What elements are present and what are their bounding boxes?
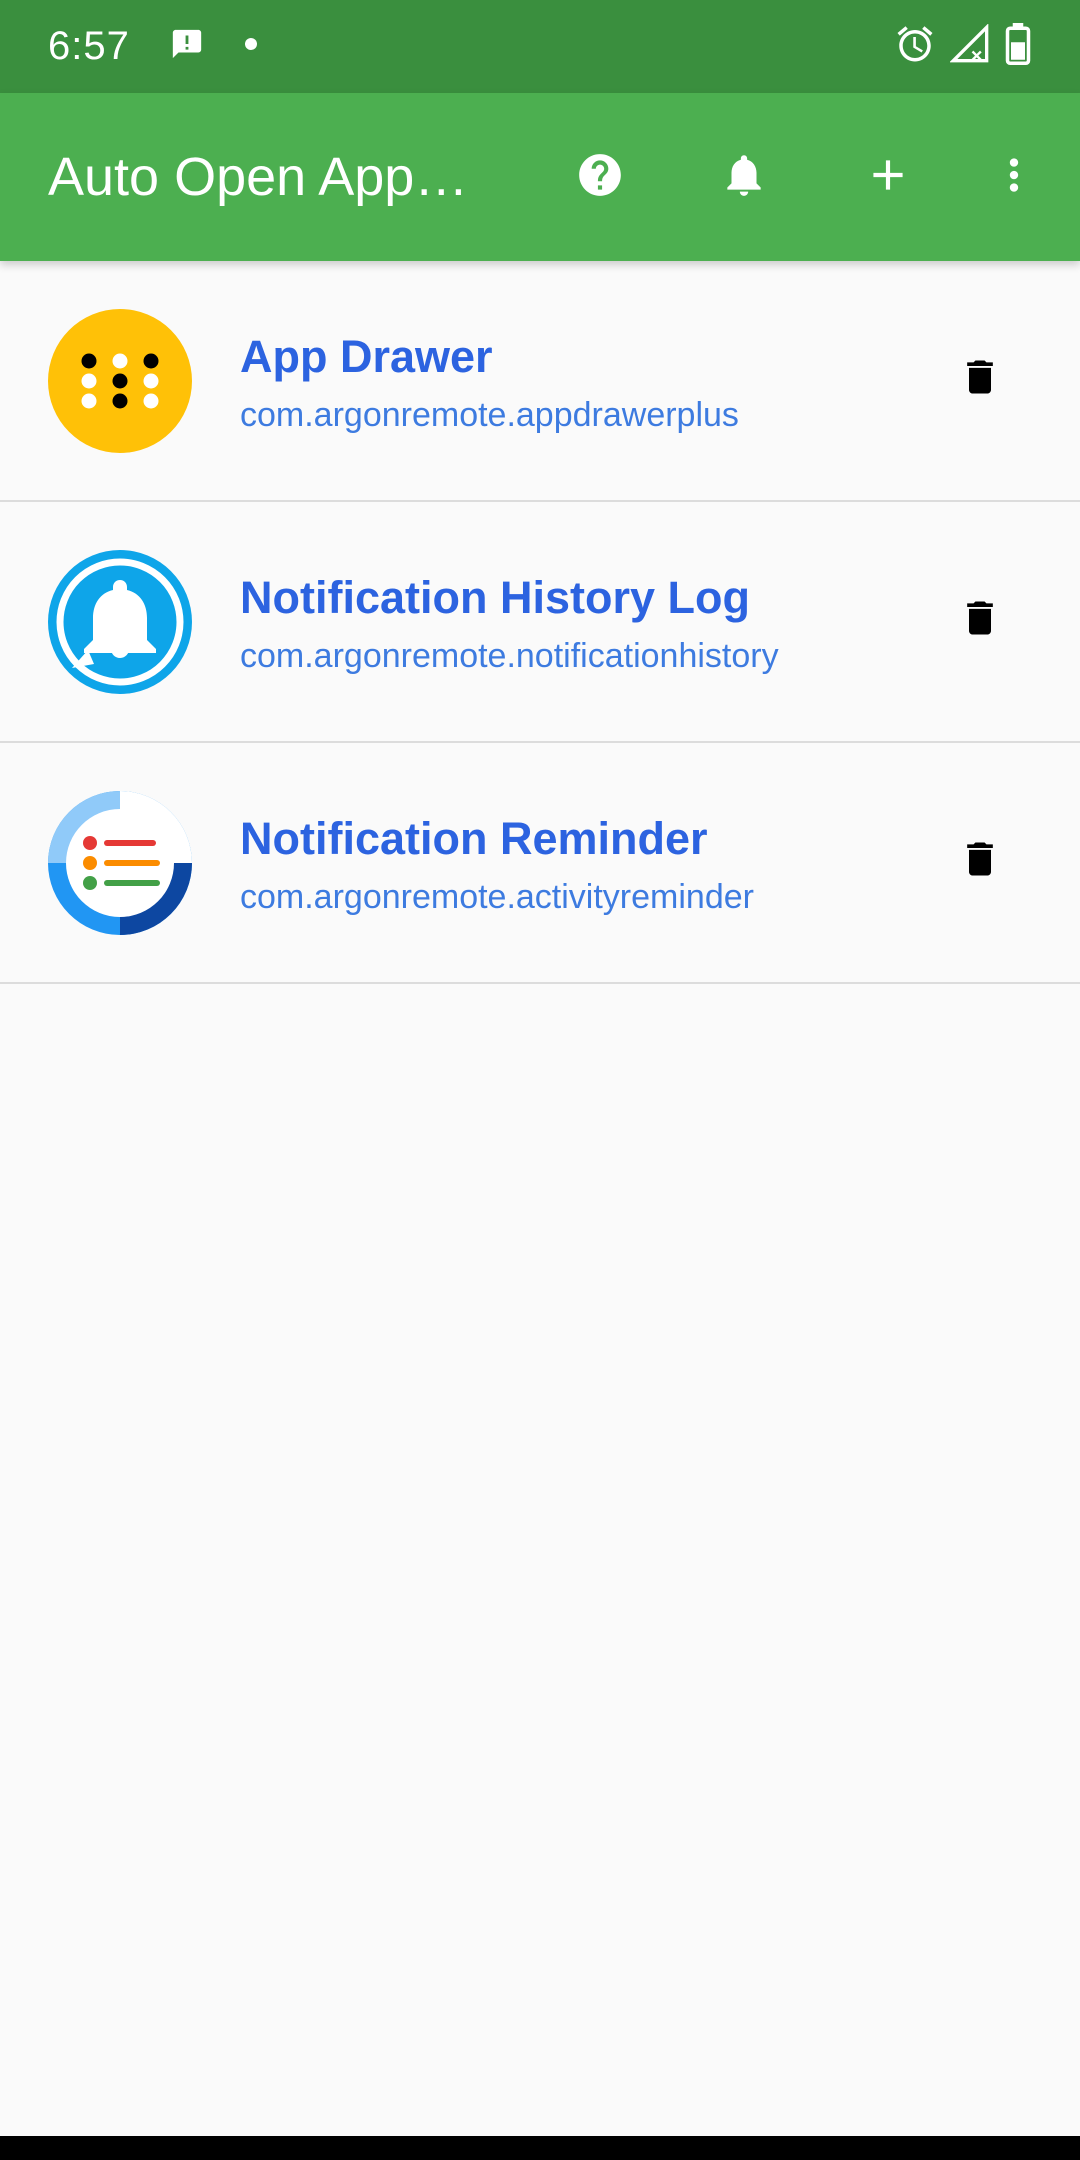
list-item[interactable]: App Drawer com.argonremote.appdrawerplus [0,261,1080,502]
signal-icon [949,23,990,69]
more-options-button[interactable] [972,135,1056,219]
app-drawer-icon [48,309,192,453]
trash-icon [958,593,1002,648]
help-icon [575,150,625,205]
app-bar: Auto Open App… [0,93,1080,261]
app-package: com.argonremote.notificationhistory [240,637,779,675]
plus-icon [863,150,913,205]
more-vert-icon [989,150,1039,205]
help-button[interactable] [558,135,642,219]
app-name: App Drawer [240,331,493,382]
app-title: Auto Open App… [48,147,469,207]
trash-icon [958,352,1002,407]
app-package: com.argonremote.activityreminder [240,878,754,916]
app-package: com.argonremote.appdrawerplus [240,396,739,434]
dot-notification-icon [244,37,258,56]
delete-button[interactable] [940,580,1020,660]
list-item[interactable]: Notification History Log com.argonremote… [0,502,1080,743]
status-bar: 6:57 [0,0,1080,93]
delete-button[interactable] [940,339,1020,419]
notification-reminder-icon [48,791,192,935]
message-notification-icon [170,27,204,66]
app-name: Notification History Log [240,572,750,623]
notifications-button[interactable] [702,135,786,219]
delete-button[interactable] [940,821,1020,901]
battery-icon [1004,23,1032,70]
app-name: Notification Reminder [240,813,708,864]
list-item[interactable]: Notification Reminder com.argonremote.ac… [0,743,1080,984]
notification-history-icon [48,550,192,694]
app-list: App Drawer com.argonremote.appdrawerplus… [0,261,1080,984]
bell-icon [719,150,769,205]
status-time: 6:57 [48,24,130,68]
trash-icon [958,834,1002,889]
add-button[interactable] [846,135,930,219]
navigation-bar [0,2136,1080,2160]
alarm-icon [894,23,936,70]
